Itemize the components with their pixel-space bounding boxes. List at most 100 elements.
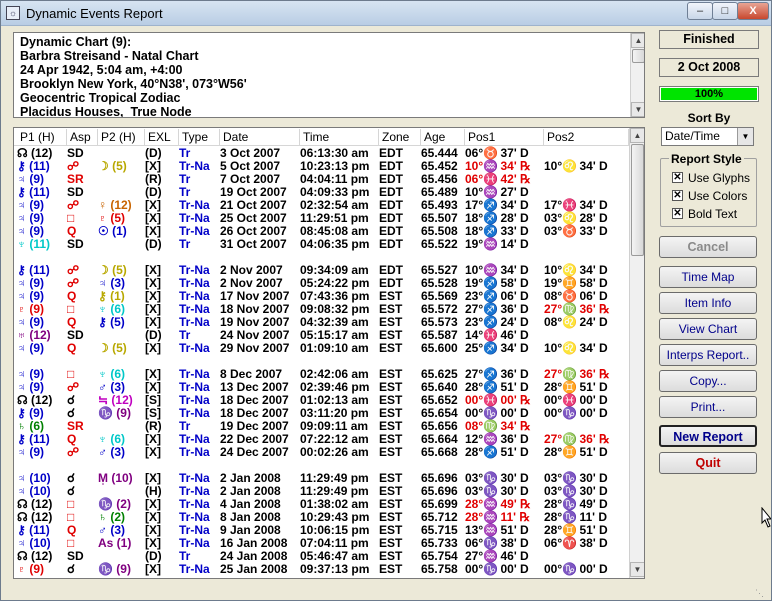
status-label: Finished [659, 30, 759, 49]
chart-info-box[interactable]: Dynamic Chart (9): Barbra Streisand - Nat… [13, 32, 645, 118]
cell-p1: ♇ (9) [17, 562, 44, 576]
cell-p2: ♑ (9) [98, 562, 131, 576]
progress-label: 100% [694, 88, 724, 100]
mouse-cursor-icon [761, 507, 771, 528]
cell-pos2: 06°♈ 38' D [544, 536, 608, 550]
events-list[interactable]: P1 (H) Asp P2 (H) EXL Type Date Time Zone Age Pos… [13, 127, 645, 579]
cell-date: 25 Jan 2008 [220, 562, 288, 576]
cell-zone: EST [379, 562, 403, 576]
scroll-down-icon[interactable]: ▼ [631, 102, 644, 117]
cell-exl: (D) [145, 237, 162, 251]
cell-p2: ♑ (9) [98, 406, 131, 420]
cell-asp: ☍ [67, 445, 80, 459]
use-glyphs-label: Use Glyphs [688, 171, 751, 185]
table-row[interactable]: ♃ (9) Q ☽ (5) [X] Tr-Na 29 Nov 2007 01:09:10 a… [14, 342, 629, 355]
cell-time: 00:02:26 am [300, 445, 369, 459]
new-report-button[interactable]: New Report [659, 425, 757, 447]
check-icon[interactable]: ✕ [672, 172, 683, 183]
cell-pos1: 00°♑ 00' D [465, 562, 529, 576]
list-scrollbar[interactable]: ▲ ▼ [629, 128, 644, 578]
cell-exl: [X] [145, 341, 161, 355]
cell-p2: As (1) [98, 536, 132, 550]
minimize-button[interactable]: – [687, 2, 713, 20]
scroll-up-icon[interactable]: ▲ [631, 33, 644, 48]
chevron-down-icon[interactable]: ▼ [737, 128, 753, 145]
cell-time: 01:09:10 am [300, 341, 369, 355]
cell-date: 31 Oct 2007 [220, 237, 287, 251]
cell-age: 65.600 [421, 341, 458, 355]
sort-by-select[interactable]: Date/Time ▼ [661, 127, 754, 146]
cell-pos2: 03°♉ 33' D [544, 224, 608, 238]
cell-age: 65.668 [421, 445, 458, 459]
cell-time: 09:37:13 pm [300, 562, 370, 576]
use-colors-label: Use Colors [688, 189, 748, 203]
cell-pos1: 25°♐ 34' D [465, 341, 529, 355]
column-header-p1[interactable]: P1 (H) [17, 129, 67, 145]
cell-p1: ♆ (11) [17, 237, 51, 251]
column-header-time[interactable]: Time [300, 129, 379, 145]
view-chart-button[interactable]: View Chart [659, 318, 757, 340]
table-row[interactable]: ♃ (9) ☍ ♂ (3) [X] Tr-Na 24 Dec 2007 00:02:26 a… [14, 446, 629, 459]
column-header-type[interactable]: Type [179, 129, 220, 145]
resize-grip-icon[interactable]: ⋱ [755, 587, 769, 599]
app-window: ☼ Dynamic Events Report – □ X Dynamic Ch… [0, 0, 772, 601]
sort-by-value: Date/Time [665, 129, 720, 143]
column-header-pos2[interactable]: Pos2 [544, 129, 629, 145]
cell-date: 24 Dec 2007 [220, 445, 289, 459]
table-row[interactable]: ♇ (9) ☌ ♑ (9) [X] Tr-Na 25 Jan 2008 09:37:13 p… [14, 563, 629, 576]
title-bar[interactable]: ☼ Dynamic Events Report – □ X [1, 1, 771, 26]
column-header-date[interactable]: Date [220, 129, 300, 145]
cell-age: 65.758 [421, 562, 458, 576]
cell-pos2: 08°♌ 24' D [544, 315, 608, 329]
check-icon[interactable]: ✕ [672, 208, 683, 219]
column-header-age[interactable]: Age [421, 129, 465, 145]
cell-asp: Q [67, 341, 77, 355]
bold-text-label: Bold Text [688, 207, 738, 221]
time-map-button[interactable]: Time Map [659, 266, 757, 288]
print-button[interactable]: Print... [659, 396, 757, 418]
cell-asp: SD [67, 237, 84, 251]
cell-p2: M̩ (10) [98, 471, 133, 485]
cell-time: 04:06:35 pm [300, 237, 370, 251]
current-date-label: 2 Oct 2008 [659, 58, 759, 77]
cell-p2: ☽ (5) [98, 341, 127, 355]
scroll-thumb[interactable] [632, 49, 644, 63]
cell-zone: EST [379, 445, 403, 459]
cell-p1: ♃ (9) [17, 341, 44, 355]
scroll-down-icon[interactable]: ▼ [630, 562, 644, 577]
column-header-exl[interactable]: EXL [145, 129, 179, 145]
copy-button[interactable]: Copy... [659, 370, 757, 392]
check-icon[interactable]: ✕ [672, 190, 683, 201]
maximize-button[interactable]: □ [712, 2, 738, 20]
info-scrollbar[interactable]: ▲ ▼ [630, 33, 644, 117]
quit-button[interactable]: Quit [659, 452, 757, 474]
cell-pos2: 10°♌ 34' D [544, 341, 608, 355]
item-info-button[interactable]: Item Info [659, 292, 757, 314]
scroll-thumb[interactable] [631, 144, 644, 256]
table-row[interactable]: ♆ (11) SD (D) Tr 31 Oct 2007 04:06:35 pm EDT 65… [14, 238, 629, 251]
cell-type: Tr [179, 237, 191, 251]
cell-p2: ⚷ (5) [98, 315, 125, 329]
report-style-group: Report Style ✕ Use Glyphs ✕ Use Colors ✕… [660, 152, 757, 227]
cell-pos2: 00°♑ 00' D [544, 406, 608, 420]
chart-info-text: Dynamic Chart (9): Barbra Streisand - Nat… [20, 35, 630, 118]
progress-bar: 100% [659, 86, 759, 102]
chart-info-line: Dynamic Chart (9): [20, 35, 132, 49]
column-header-zone[interactable]: Zone [379, 129, 421, 145]
cell-type: Tr-Na [179, 341, 210, 355]
column-header-pos1[interactable]: Pos1 [465, 129, 544, 145]
cell-p1: ♃ (9) [17, 445, 44, 459]
cancel-button[interactable]: Cancel [659, 236, 757, 258]
cell-asp: ☌ [67, 562, 76, 576]
cell-exl: [X] [145, 562, 161, 576]
cell-type: Tr-Na [179, 445, 210, 459]
column-header-p2[interactable]: P2 (H) [98, 129, 145, 145]
cell-date: 29 Nov 2007 [220, 341, 290, 355]
scroll-up-icon[interactable]: ▲ [630, 128, 644, 143]
interps-report-button[interactable]: Interps Report.. [659, 344, 757, 366]
close-button[interactable]: X [737, 2, 769, 20]
column-header-asp[interactable]: Asp [67, 129, 98, 145]
chart-info-line: Placidus Houses, True Node [20, 105, 192, 118]
cell-exl: [X] [145, 445, 161, 459]
list-header: P1 (H) Asp P2 (H) EXL Type Date Time Zone Age Pos… [14, 128, 629, 146]
